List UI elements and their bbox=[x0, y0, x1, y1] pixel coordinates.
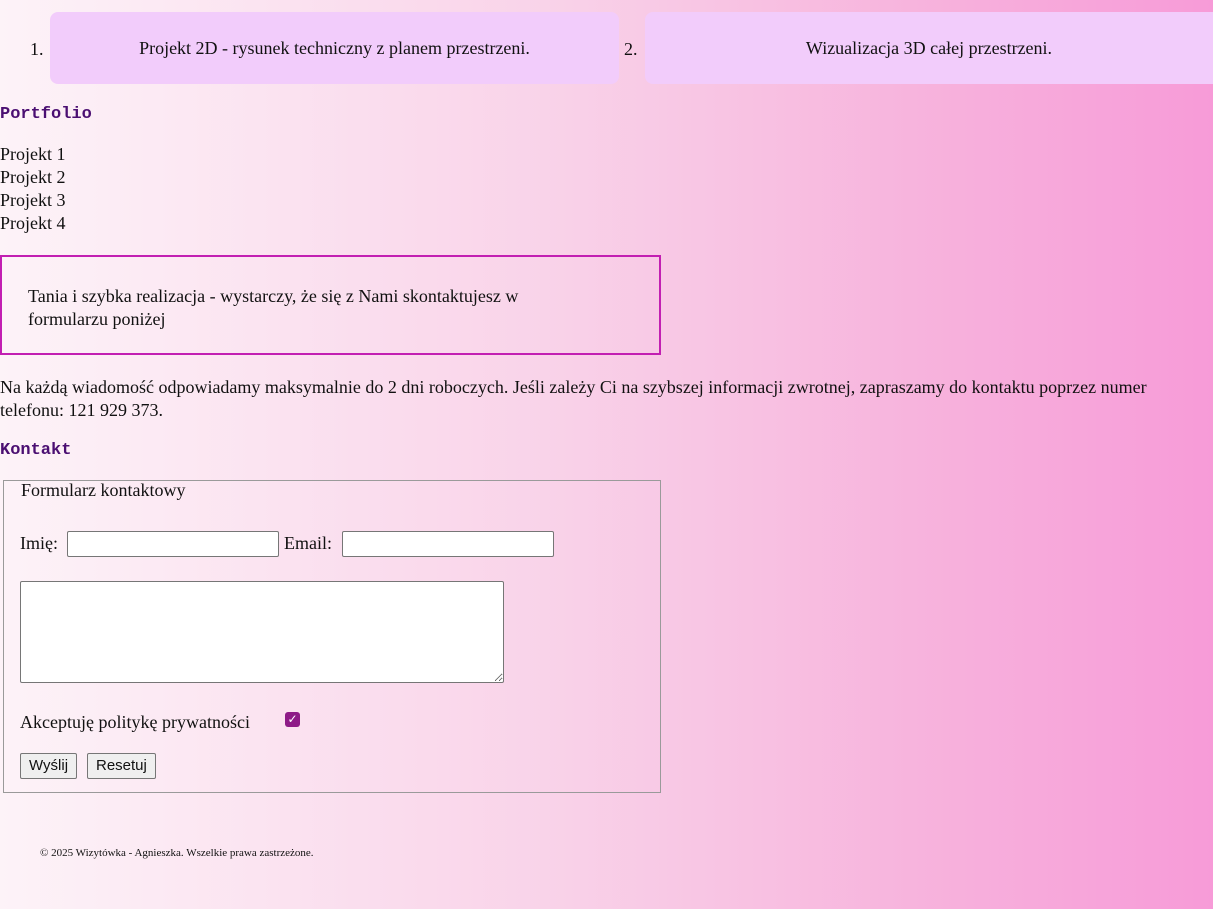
email-label: Email: bbox=[284, 533, 332, 553]
contact-form: Formularz kontaktowy Imię: Email: Akcept… bbox=[3, 480, 661, 793]
portfolio-item: Projekt 2 bbox=[0, 167, 66, 187]
consent-checkbox[interactable]: ✓ bbox=[285, 712, 300, 727]
portfolio-item: Projekt 3 bbox=[0, 190, 66, 210]
promo-text: Tania i szybka realizacja - wystarczy, ż… bbox=[28, 286, 519, 329]
service-number: 2. bbox=[624, 39, 638, 59]
contact-heading: Kontakt bbox=[0, 441, 72, 460]
submit-button[interactable]: Wyślij bbox=[20, 753, 78, 779]
service-box: Projekt 2D - rysunek techniczny z planem… bbox=[50, 12, 619, 84]
form-legend: Formularz kontaktowy bbox=[21, 480, 186, 500]
service-text: Wizualizacja 3D całej przestrzeni. bbox=[805, 38, 1053, 58]
service-number: 1. bbox=[30, 39, 44, 59]
response-info-text: Na każdą wiadomość odpowiadamy maksymaln… bbox=[0, 377, 1147, 420]
promo-box: Tania i szybka realizacja - wystarczy, ż… bbox=[0, 255, 661, 355]
consent-label: Akceptuję politykę prywatności bbox=[20, 712, 250, 732]
portfolio-item: Projekt 1 bbox=[0, 144, 66, 164]
name-label: Imię: bbox=[20, 533, 58, 553]
portfolio-item: Projekt 4 bbox=[0, 213, 66, 233]
service-box: Wizualizacja 3D całej przestrzeni. bbox=[645, 12, 1213, 84]
message-textarea[interactable] bbox=[20, 581, 504, 683]
name-input[interactable] bbox=[67, 531, 279, 557]
services-list: 1. Projekt 2D - rysunek techniczny z pla… bbox=[0, 12, 1213, 84]
portfolio-heading: Portfolio bbox=[0, 105, 92, 124]
portfolio-list: Projekt 1 Projekt 2 Projekt 3 Projekt 4 bbox=[0, 143, 66, 235]
footer-copyright: © 2025 Wizytówka - Agnieszka. Wszelkie p… bbox=[40, 847, 314, 859]
reset-button[interactable]: Resetuj bbox=[87, 753, 156, 779]
service-text: Projekt 2D - rysunek techniczny z planem… bbox=[139, 38, 530, 58]
email-input[interactable] bbox=[342, 531, 554, 557]
